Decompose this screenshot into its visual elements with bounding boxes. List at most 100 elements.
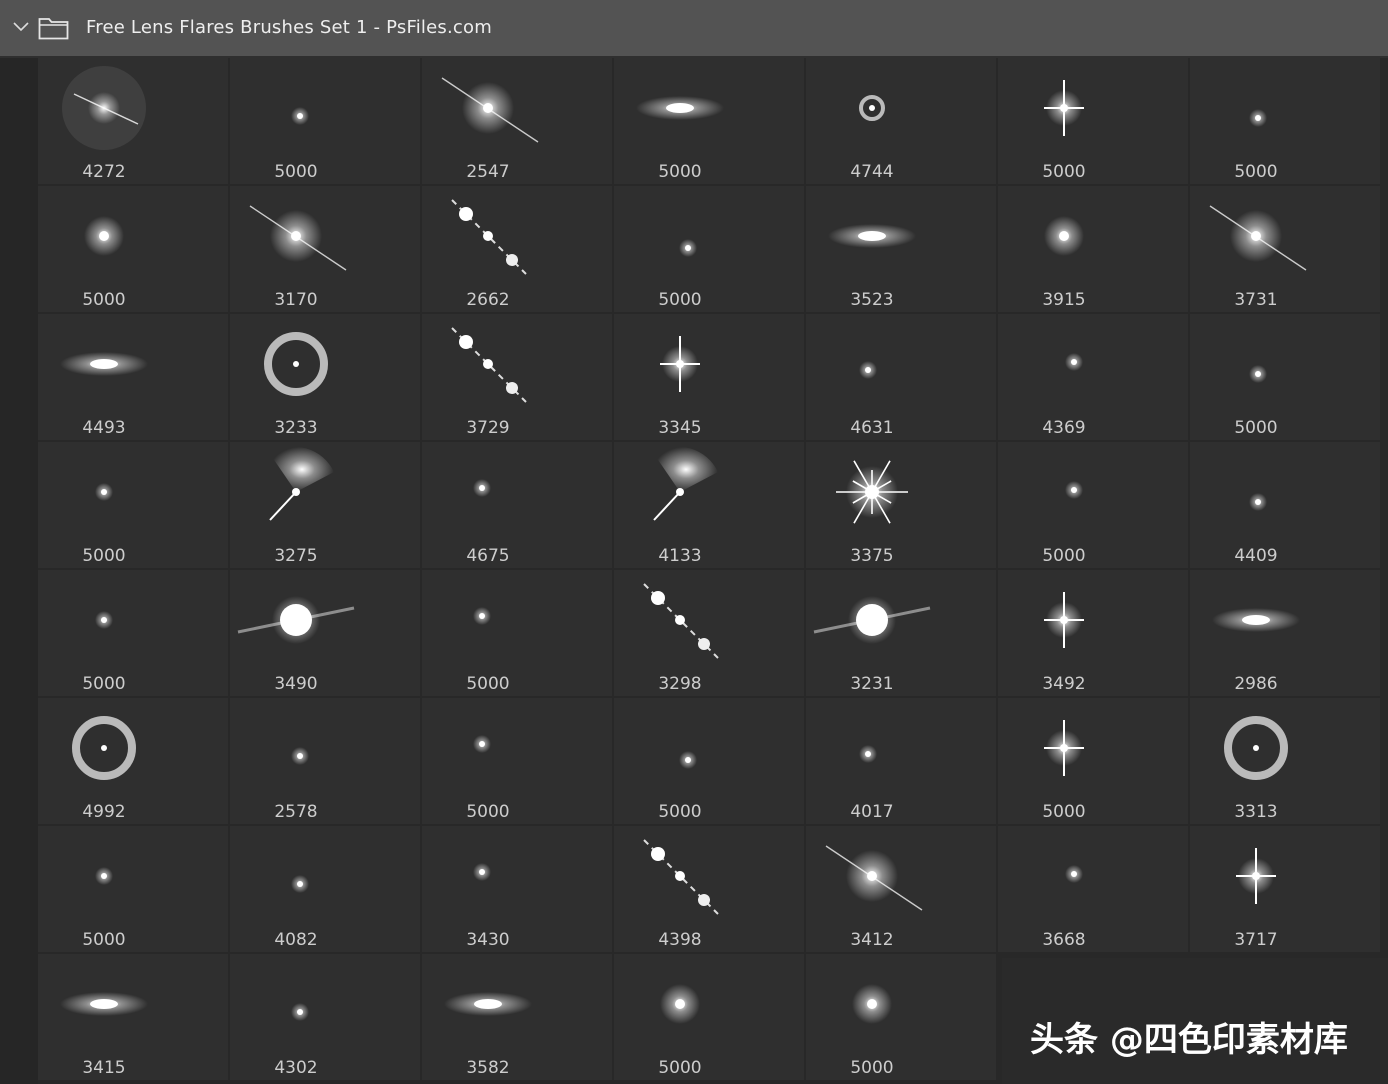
brush-preset[interactable]: 3345 — [614, 314, 804, 440]
brush-size-label: 5000 — [82, 674, 126, 694]
brush-size-label: 4992 — [82, 802, 126, 822]
brush-preview-icon — [291, 875, 309, 893]
brush-preset[interactable]: 3492 — [998, 570, 1188, 696]
brush-preset[interactable]: 5000 — [614, 58, 804, 184]
brush-size-label: 3915 — [1042, 290, 1086, 310]
brush-preset[interactable]: 3490 — [230, 570, 420, 696]
brush-preset[interactable]: 3233 — [230, 314, 420, 440]
brush-preset[interactable]: 5000 — [1190, 314, 1380, 440]
brush-preset[interactable]: 5000 — [38, 826, 228, 952]
brush-preset[interactable]: 4409 — [1190, 442, 1380, 568]
brush-preset[interactable]: 5000 — [998, 58, 1188, 184]
brush-preset[interactable]: 3375 — [806, 442, 996, 568]
brush-preview-icon — [653, 446, 718, 521]
brush-preview-icon — [451, 199, 527, 275]
brush-preset[interactable]: 3415 — [38, 954, 228, 1080]
brush-size-label: 5000 — [1042, 162, 1086, 182]
brush-preset[interactable]: 3717 — [1190, 826, 1380, 952]
brush-preset[interactable]: 3915 — [998, 186, 1188, 312]
brush-preview-icon — [473, 479, 491, 497]
brush-preset[interactable]: 5000 — [614, 186, 804, 312]
brush-preset[interactable]: 5000 — [998, 698, 1188, 824]
brush-preset[interactable]: 3523 — [806, 186, 996, 312]
brush-size-label: 5000 — [1234, 162, 1278, 182]
brush-preview-icon — [828, 224, 916, 248]
brush-size-label: 3492 — [1042, 674, 1086, 694]
brush-preview-icon — [660, 984, 700, 1024]
brush-size-label: 3490 — [274, 674, 318, 694]
brush-preset[interactable]: 3298 — [614, 570, 804, 696]
brush-preset[interactable]: 5000 — [38, 186, 228, 312]
brush-preview-icon — [1065, 353, 1083, 371]
brush-preset[interactable]: 4675 — [422, 442, 612, 568]
brush-size-label: 4398 — [658, 930, 702, 950]
brush-size-label: 5000 — [466, 674, 510, 694]
chevron-down-icon[interactable] — [12, 20, 30, 34]
brush-preview-icon — [60, 992, 148, 1016]
brush-preset[interactable]: 3231 — [806, 570, 996, 696]
brush-preset[interactable]: 5000 — [1190, 58, 1380, 184]
brush-preset[interactable]: 4493 — [38, 314, 228, 440]
brush-preview-icon — [84, 216, 124, 256]
brush-size-label: 4675 — [466, 546, 510, 566]
brush-preview-icon — [291, 1003, 309, 1021]
brush-preset[interactable]: 3170 — [230, 186, 420, 312]
brush-preset[interactable]: 5000 — [422, 698, 612, 824]
brush-preset[interactable]: 4744 — [806, 58, 996, 184]
brush-preset[interactable]: 5000 — [614, 954, 804, 1080]
brush-size-label: 5000 — [466, 802, 510, 822]
brush-preset[interactable]: 5000 — [38, 570, 228, 696]
brush-preset[interactable]: 4631 — [806, 314, 996, 440]
brush-preset[interactable]: 5000 — [998, 442, 1188, 568]
brush-preset[interactable]: 4133 — [614, 442, 804, 568]
brush-preset[interactable]: 4398 — [614, 826, 804, 952]
brush-preset[interactable]: 4992 — [38, 698, 228, 824]
brush-preview-icon — [1236, 848, 1276, 904]
brush-preview-icon — [1249, 493, 1267, 511]
brush-preview-icon — [473, 735, 491, 753]
brush-preset[interactable]: 2547 — [422, 58, 612, 184]
brush-preset[interactable]: 2662 — [422, 186, 612, 312]
brush-preset[interactable]: 3731 — [1190, 186, 1380, 312]
brush-size-label: 4302 — [274, 1058, 318, 1078]
brush-preview-icon — [859, 745, 877, 763]
brush-preview-icon — [237, 596, 355, 644]
brush-preset-grid: 4272 5000 2547 5000 4744 5000 5000 5000 3170 2662… — [38, 58, 1388, 1084]
brush-size-label: 2986 — [1234, 674, 1278, 694]
brush-preset[interactable]: 3412 — [806, 826, 996, 952]
brush-group-header[interactable]: Free Lens Flares Brushes Set 1 - PsFiles… — [0, 0, 1388, 58]
brush-preset[interactable]: 4302 — [230, 954, 420, 1080]
brush-preview-icon — [636, 96, 724, 120]
brush-size-label: 5000 — [658, 290, 702, 310]
brush-preset[interactable]: 3430 — [422, 826, 612, 952]
brush-preset[interactable]: 5000 — [422, 570, 612, 696]
brush-preset[interactable]: 4272 — [38, 58, 228, 184]
brush-preview-icon — [1044, 720, 1084, 776]
brush-preset[interactable]: 5000 — [38, 442, 228, 568]
watermark: 头条 @四色印素材库 — [1002, 958, 1388, 1084]
brush-preview-icon — [1249, 365, 1267, 383]
brush-set-title: Free Lens Flares Brushes Set 1 - PsFiles… — [86, 17, 492, 38]
brush-preview-icon — [1224, 716, 1288, 780]
brush-preset[interactable]: 3313 — [1190, 698, 1380, 824]
brush-preset[interactable]: 2578 — [230, 698, 420, 824]
brush-preset[interactable]: 4082 — [230, 826, 420, 952]
brush-size-label: 3375 — [850, 546, 894, 566]
brush-size-label: 5000 — [1234, 418, 1278, 438]
brush-size-label: 4369 — [1042, 418, 1086, 438]
brush-preview-icon — [1044, 216, 1084, 256]
brush-preset[interactable]: 3729 — [422, 314, 612, 440]
brush-preset[interactable]: 3275 — [230, 442, 420, 568]
watermark-text: 头条 @四色印素材库 — [1030, 1020, 1348, 1060]
brush-preset[interactable]: 3582 — [422, 954, 612, 1080]
brush-preset[interactable]: 5000 — [614, 698, 804, 824]
brush-preset[interactable]: 4369 — [998, 314, 1188, 440]
brush-preview-icon — [813, 596, 931, 644]
brush-preset[interactable]: 4017 — [806, 698, 996, 824]
brush-size-label: 5000 — [850, 1058, 894, 1078]
brush-preset[interactable]: 2986 — [1190, 570, 1380, 696]
brush-preview-icon — [852, 984, 892, 1024]
brush-preset[interactable]: 5000 — [230, 58, 420, 184]
brush-preset[interactable]: 3668 — [998, 826, 1188, 952]
brush-preset[interactable]: 5000 — [806, 954, 996, 1080]
